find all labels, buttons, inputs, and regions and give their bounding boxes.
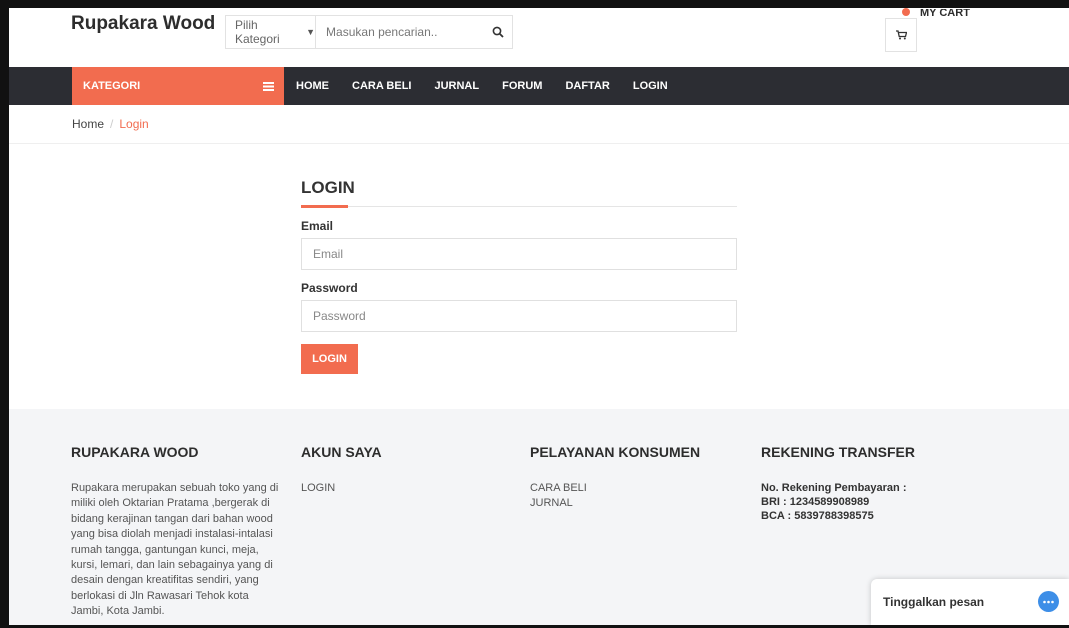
list-icon: [263, 81, 274, 91]
footer-link-cara-beli[interactable]: CARA BELI: [530, 481, 700, 496]
cart-label[interactable]: MY CART: [920, 9, 970, 18]
nav-item-login[interactable]: LOGIN: [633, 80, 668, 92]
chat-widget[interactable]: Tinggalkan pesan: [871, 579, 1069, 625]
breadcrumb-current: Login: [119, 117, 149, 131]
cart-icon: [895, 30, 907, 40]
footer-service-title: PELAYANAN KONSUMEN: [530, 444, 701, 460]
footer-about-text: Rupakara merupakan sebuah toko yang di m…: [71, 482, 279, 618]
footer-bank-title: REKENING TRANSFER: [761, 444, 916, 460]
kategori-label: KATEGORI: [83, 80, 141, 92]
window-border-left: [0, 0, 9, 628]
footer-about-title: RUPAKARA WOOD: [71, 444, 199, 460]
breadcrumb: Home / Login: [72, 117, 149, 131]
site-header: Rupakara Wood Pilih Kategori ▼ MY CART: [9, 8, 1069, 67]
nav-menu: HOME CARA BELI JURNAL FORUM DAFTAR LOGIN: [296, 67, 691, 105]
breadcrumb-divider: [9, 143, 1069, 144]
password-field[interactable]: [301, 300, 737, 332]
footer-bank: REKENING TRANSFER No. Rekening Pembayara…: [761, 444, 915, 523]
breadcrumb-separator: /: [110, 117, 114, 131]
footer-account-title: AKUN SAYA: [301, 444, 382, 460]
caret-down-icon: ▼: [306, 27, 316, 37]
nav-item-forum[interactable]: FORUM: [502, 80, 542, 92]
footer-about: RUPAKARA WOOD Rupakara merupakan sebuah …: [71, 444, 283, 620]
cart-button[interactable]: [885, 18, 917, 52]
chat-label: Tinggalkan pesan: [883, 595, 985, 609]
footer-account: AKUN SAYA LOGIN: [301, 444, 382, 496]
cart-count-badge: [902, 8, 910, 16]
dots-icon: [1043, 600, 1054, 603]
footer-link-login[interactable]: LOGIN: [301, 481, 382, 496]
login-button[interactable]: LOGIN: [301, 344, 358, 374]
search-bar: Pilih Kategori ▼: [225, 15, 513, 49]
main-navbar: KATEGORI HOME CARA BELI JURNAL FORUM DAF…: [9, 67, 1069, 105]
bank-heading: No. Rekening Pembayaran :: [761, 482, 907, 494]
title-accent-bar: [301, 205, 348, 208]
nav-item-cara-beli[interactable]: CARA BELI: [352, 80, 411, 92]
email-field[interactable]: [301, 238, 737, 270]
kategori-menu-button[interactable]: KATEGORI: [72, 67, 284, 105]
bank-bri: BRI : 1234589908989: [761, 496, 870, 508]
search-input[interactable]: [316, 15, 484, 49]
breadcrumb-home[interactable]: Home: [72, 117, 104, 131]
login-title: LOGIN: [301, 178, 355, 197]
nav-item-home[interactable]: HOME: [296, 80, 329, 92]
title-divider: [301, 206, 737, 207]
nav-item-daftar[interactable]: DAFTAR: [565, 80, 609, 92]
footer-link-jurnal[interactable]: JURNAL: [530, 496, 700, 511]
password-label: Password: [301, 281, 358, 295]
nav-item-jurnal[interactable]: JURNAL: [434, 80, 479, 92]
email-label: Email: [301, 219, 334, 233]
window-border-top: [0, 0, 1069, 8]
brand-logo[interactable]: Rupakara Wood: [71, 13, 215, 35]
bank-bca: BCA : 5839788398575: [761, 510, 874, 522]
category-select-label: Pilih Kategori: [235, 18, 280, 46]
search-button[interactable]: [483, 16, 512, 48]
footer-service: PELAYANAN KONSUMEN CARA BELI JURNAL: [530, 444, 700, 512]
category-select[interactable]: Pilih Kategori ▼: [226, 16, 317, 48]
chat-bubble-icon[interactable]: [1038, 591, 1059, 612]
search-icon: [492, 26, 504, 38]
